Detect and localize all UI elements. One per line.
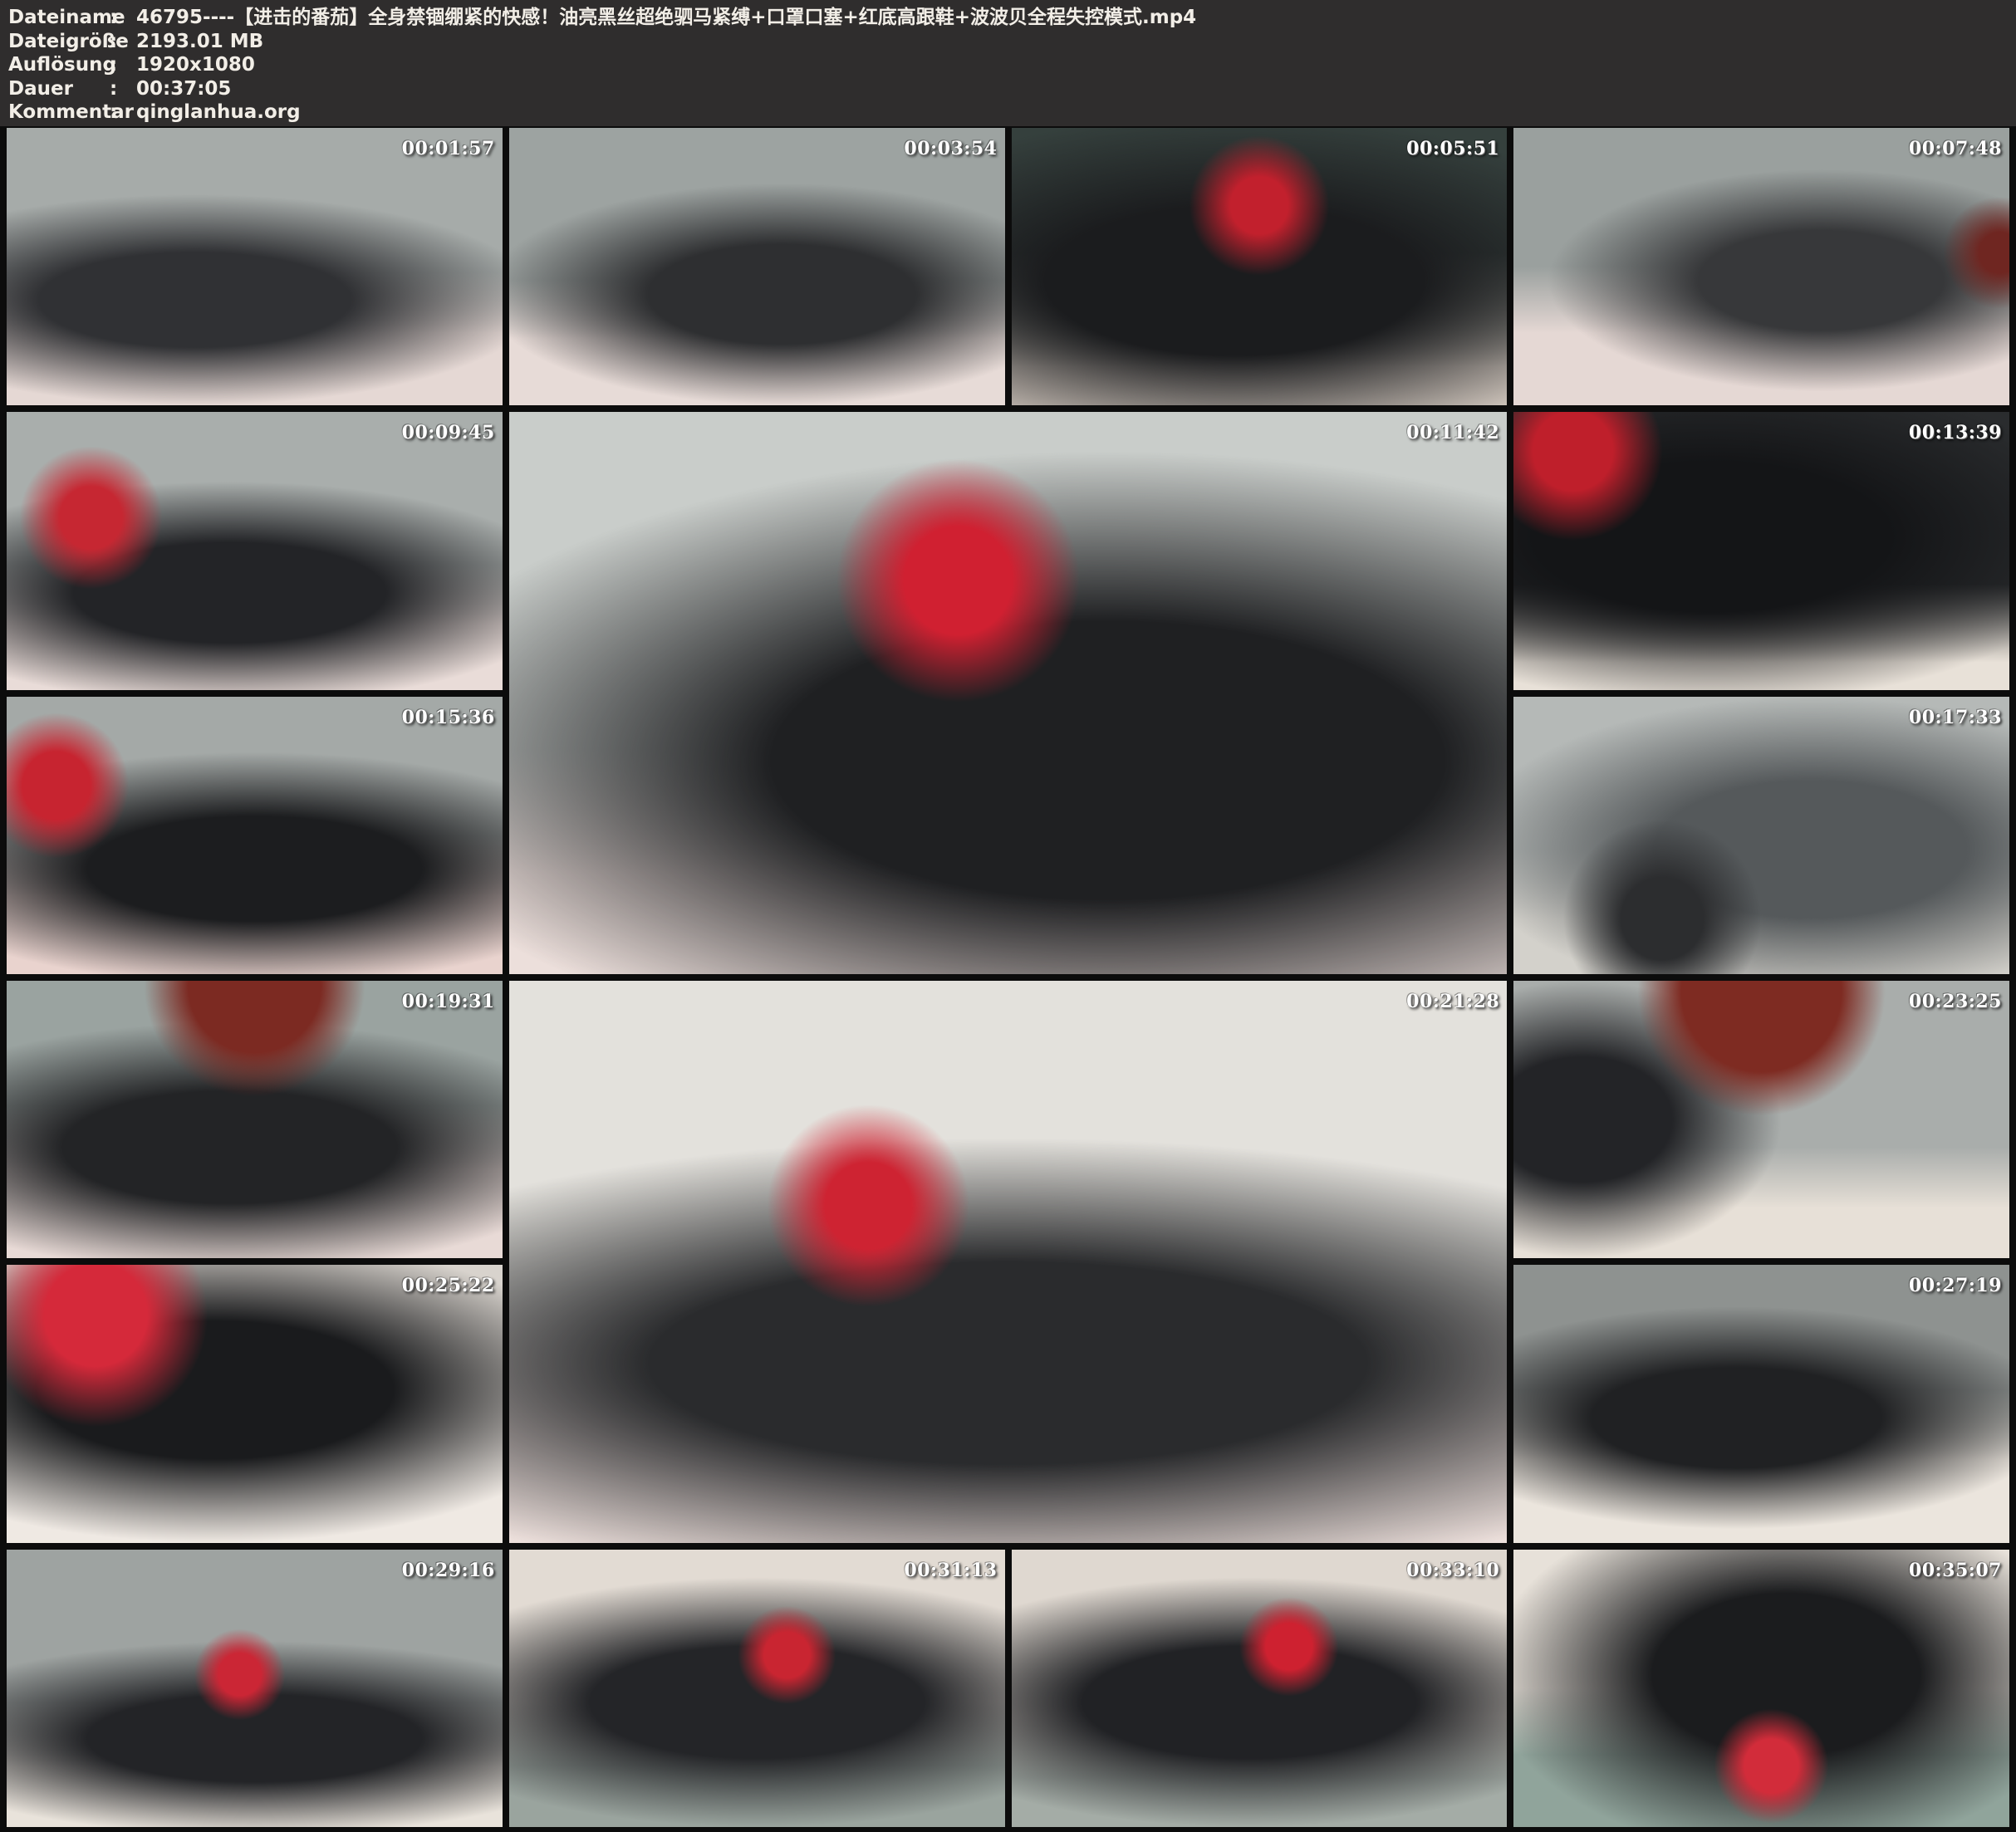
metadata-row-dauer: Dauer : 00:37:05 [8,77,2016,101]
video-thumbnail[interactable]: 00:33:10 [1012,1550,1508,1827]
video-thumbnail[interactable]: 00:23:25 [1513,981,2009,1258]
metadata-separator: : [110,30,136,54]
video-thumbnail[interactable]: 00:17:33 [1513,697,2009,974]
timestamp-overlay: 00:33:10 [1406,1560,1499,1581]
video-thumbnail[interactable]: 00:25:22 [7,1265,503,1542]
metadata-separator: : [110,6,136,30]
metadata-separator: : [110,53,136,77]
timestamp-overlay: 00:11:42 [1406,422,1499,443]
video-thumbnail[interactable]: 00:01:57 [7,128,503,405]
video-thumbnail[interactable]: 00:13:39 [1513,412,2009,689]
timestamp-overlay: 00:21:28 [1406,991,1499,1012]
thumbnail-grid: 00:01:57 00:03:54 00:05:51 00:07:48 00:0… [0,126,2016,1832]
timestamp-overlay: 00:29:16 [402,1560,495,1581]
timestamp-overlay: 00:07:48 [1909,138,2002,159]
timestamp-overlay: 00:31:13 [904,1560,997,1581]
timestamp-overlay: 00:15:36 [402,707,495,728]
metadata-value-comment: qinglanhua.org [136,100,2016,125]
video-thumbnail[interactable]: 00:03:54 [509,128,1005,405]
metadata-row-dateiname: Dateiname : 46795----【进击的番茄】全身禁锢绷紧的快感！油亮… [8,6,2016,30]
timestamp-overlay: 00:23:25 [1909,991,2002,1012]
metadata-row-dateigroesse: Dateigröße : 2193.01 MB [8,30,2016,54]
video-thumbnail[interactable]: 00:29:16 [7,1550,503,1827]
timestamp-overlay: 00:05:51 [1406,138,1499,159]
metadata-separator: : [110,100,136,125]
timestamp-overlay: 00:13:39 [1909,422,2002,443]
metadata-separator: : [110,77,136,101]
video-thumbnail[interactable]: 00:09:45 [7,412,503,689]
timestamp-overlay: 00:19:31 [402,991,495,1012]
file-metadata-header: Dateiname : 46795----【进击的番茄】全身禁锢绷紧的快感！油亮… [0,0,2016,126]
video-thumbnail[interactable]: 00:19:31 [7,981,503,1258]
metadata-row-kommentar: Kommentar : qinglanhua.org [8,100,2016,125]
video-thumbnail[interactable]: 00:35:07 [1513,1550,2009,1827]
metadata-label: Dateigröße [8,30,110,54]
video-contact-sheet: Dateiname : 46795----【进击的番茄】全身禁锢绷紧的快感！油亮… [0,0,2016,1832]
metadata-label: Dateiname [8,6,110,30]
metadata-label: Auflösung [8,53,110,77]
timestamp-overlay: 00:27:19 [1909,1275,2002,1296]
timestamp-overlay: 00:35:07 [1909,1560,2002,1581]
metadata-value-duration: 00:37:05 [136,77,2016,101]
timestamp-overlay: 00:01:57 [402,138,495,159]
video-thumbnail-featured[interactable]: 00:21:28 [509,981,1508,1543]
video-thumbnail[interactable]: 00:15:36 [7,697,503,974]
video-thumbnail[interactable]: 00:07:48 [1513,128,2009,405]
metadata-value-resolution: 1920x1080 [136,53,2016,77]
video-thumbnail[interactable]: 00:27:19 [1513,1265,2009,1542]
metadata-label: Kommentar [8,100,110,125]
metadata-label: Dauer [8,77,110,101]
video-thumbnail-featured[interactable]: 00:11:42 [509,412,1508,974]
video-thumbnail[interactable]: 00:31:13 [509,1550,1005,1827]
timestamp-overlay: 00:17:33 [1909,707,2002,728]
video-thumbnail[interactable]: 00:05:51 [1012,128,1508,405]
metadata-value-filename: 46795----【进击的番茄】全身禁锢绷紧的快感！油亮黑丝超绝驷马紧缚+口罩口… [136,6,2016,30]
metadata-row-aufloesung: Auflösung : 1920x1080 [8,53,2016,77]
timestamp-overlay: 00:25:22 [402,1275,495,1296]
timestamp-overlay: 00:03:54 [904,138,997,159]
timestamp-overlay: 00:09:45 [402,422,495,443]
metadata-value-filesize: 2193.01 MB [136,30,2016,54]
